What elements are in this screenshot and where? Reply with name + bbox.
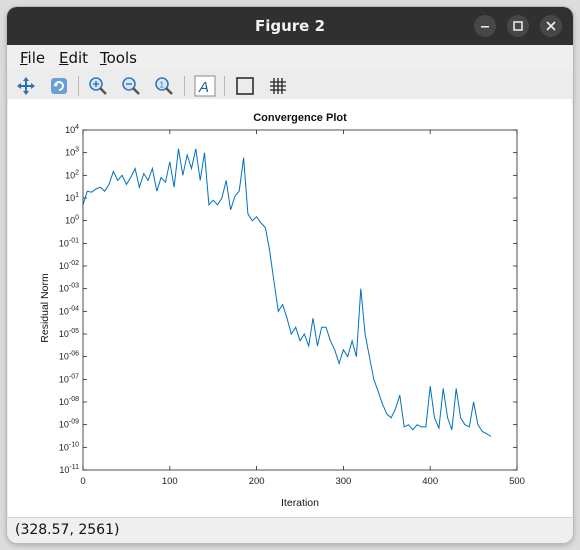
pan-icon (17, 77, 35, 95)
toolbar-separator (78, 76, 79, 96)
axis-ticks: 0 100 200 300 400 500 10-11 10-10 10-09 10-08 10-0… (59, 124, 525, 487)
y-tick-label: 10-09 (59, 419, 79, 430)
pan-button[interactable] (14, 74, 38, 98)
series-residual (82, 148, 492, 437)
title-bar: Figure 2 (7, 7, 573, 45)
rotate-icon (51, 78, 67, 94)
toolbar-separator (224, 76, 225, 96)
minimize-button[interactable] (474, 15, 496, 37)
y-tick-label: 101 (65, 192, 79, 203)
svg-text:A: A (198, 79, 209, 96)
y-tick-label: 100 (65, 215, 79, 226)
minimize-icon (481, 26, 489, 28)
y-tick-label: 104 (65, 124, 79, 135)
zoom-reset-button[interactable]: 1 (152, 74, 176, 98)
x-tick-label: 500 (509, 476, 525, 487)
menu-bar: File Edit Tools (7, 45, 573, 70)
rotate-button[interactable] (47, 74, 71, 98)
zoom-out-button[interactable] (119, 74, 143, 98)
y-tick-label: 10-04 (59, 305, 79, 316)
x-axis-label: Iteration (281, 497, 319, 509)
residual-norm-line (82, 148, 492, 437)
y-tick-label: 10-01 (59, 237, 79, 248)
y-tick-label: 10-02 (59, 260, 79, 271)
figure-canvas[interactable]: Convergence Plot Iteration Residual Norm… (8, 99, 572, 517)
text-edit-button[interactable]: A (193, 74, 217, 98)
status-bar: (328.57, 2561) (7, 517, 573, 543)
grid-button[interactable] (266, 74, 290, 98)
x-tick-label: 200 (249, 476, 265, 487)
toolbar-separator (184, 76, 185, 96)
y-tick-label: 10-07 (59, 373, 79, 384)
y-tick-label: 10-08 (59, 396, 79, 407)
y-axis-label: Residual Norm (39, 273, 51, 343)
svg-text:1: 1 (160, 81, 165, 90)
axes-box-button[interactable] (233, 74, 257, 98)
y-tick-label: 102 (65, 169, 79, 180)
maximize-button[interactable] (507, 15, 529, 37)
chart-title: Convergence Plot (253, 112, 347, 124)
y-tick-label: 10-03 (59, 283, 79, 294)
maximize-icon (513, 21, 523, 31)
zoom-out-icon (122, 77, 140, 95)
x-tick-label: 400 (422, 476, 438, 487)
y-tick-label: 10-06 (59, 351, 79, 362)
text-edit-icon: A (194, 75, 216, 97)
cursor-coordinates: (328.57, 2561) (15, 522, 120, 538)
x-tick-label: 0 (80, 476, 85, 487)
menu-file[interactable]: File (20, 49, 45, 67)
y-tick-label: 10-05 (59, 328, 79, 339)
menu-tools[interactable]: Tools (100, 49, 137, 67)
zoom-reset-icon: 1 (155, 77, 173, 95)
x-tick-label: 100 (162, 476, 178, 487)
close-icon (546, 21, 556, 31)
menu-edit[interactable]: Edit (59, 49, 88, 67)
grid-icon (270, 78, 286, 94)
close-button[interactable] (540, 15, 562, 37)
x-tick-label: 300 (335, 476, 351, 487)
convergence-plot: Convergence Plot Iteration Residual Norm… (39, 112, 525, 509)
y-tick-label: 10-10 (59, 441, 79, 452)
zoom-in-icon (89, 77, 107, 95)
y-tick-label: 103 (65, 147, 79, 158)
y-tick-label: 10-11 (59, 464, 79, 475)
axes-box-icon (236, 77, 254, 95)
zoom-in-button[interactable] (86, 74, 110, 98)
figure-window: Figure 2 File Edit Tools 1 A Convergence… (7, 7, 573, 543)
